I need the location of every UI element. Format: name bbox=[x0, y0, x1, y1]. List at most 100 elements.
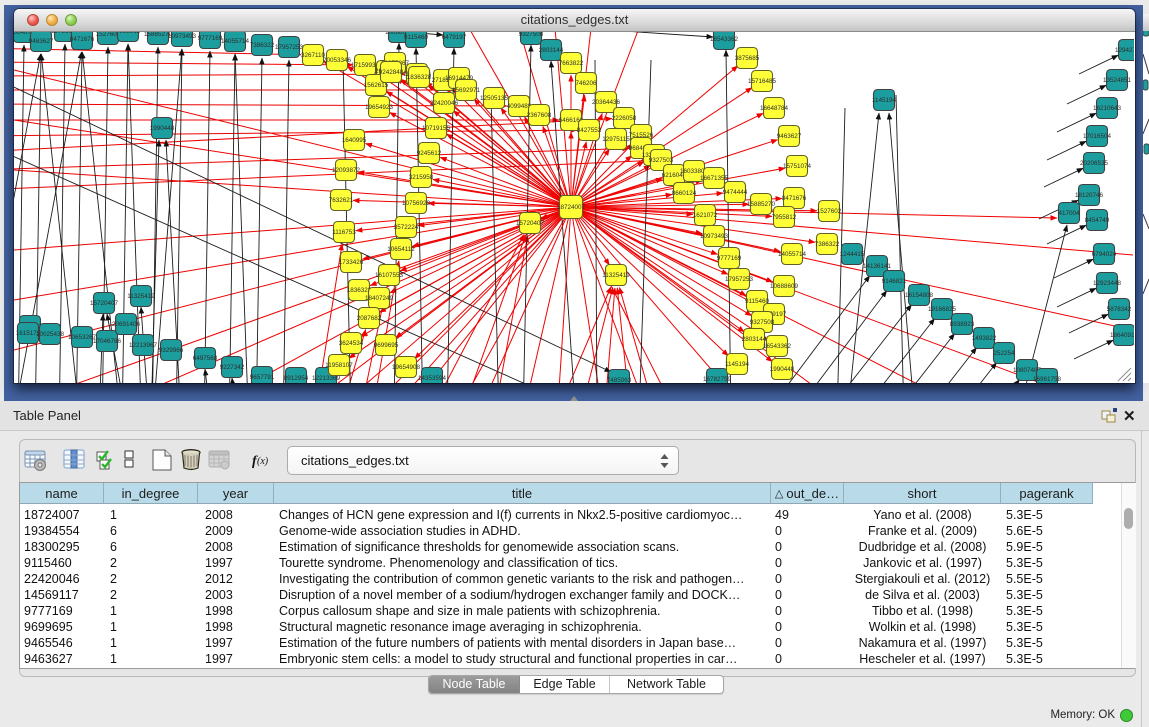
svg-text:1145194: 1145194 bbox=[872, 97, 897, 104]
svg-text:1116753: 1116753 bbox=[332, 229, 356, 236]
svg-text:10688609: 10688609 bbox=[770, 283, 799, 290]
svg-text:252254: 252254 bbox=[993, 350, 1015, 357]
svg-text:12942757: 12942757 bbox=[1115, 47, 1134, 54]
svg-text:15751074: 15751074 bbox=[783, 163, 812, 170]
svg-text:9463627: 9463627 bbox=[777, 133, 802, 140]
svg-text:14353594: 14353594 bbox=[418, 375, 447, 382]
svg-text:20691406: 20691406 bbox=[112, 321, 141, 328]
svg-text:2226058: 2226058 bbox=[612, 115, 637, 122]
svg-text:16543362: 16543362 bbox=[710, 36, 739, 43]
svg-text:12213967: 12213967 bbox=[129, 342, 158, 349]
svg-text:9657791: 9657791 bbox=[250, 374, 275, 381]
svg-text:8471676: 8471676 bbox=[782, 195, 807, 202]
svg-text:10719155: 10719155 bbox=[422, 125, 451, 132]
svg-text:9329966: 9329966 bbox=[159, 347, 184, 354]
svg-text:16107553: 16107553 bbox=[375, 272, 404, 279]
svg-text:10654112: 10654112 bbox=[387, 246, 415, 253]
svg-text:1527602: 1527602 bbox=[817, 208, 842, 215]
svg-text:15692971: 15692971 bbox=[452, 87, 481, 94]
svg-text:18407249: 18407249 bbox=[365, 295, 394, 302]
svg-text:5878342: 5878342 bbox=[1107, 306, 1132, 313]
svg-text:746206: 746206 bbox=[575, 80, 597, 87]
svg-text:19654923: 19654923 bbox=[365, 104, 394, 111]
svg-text:7386322: 7386322 bbox=[815, 241, 840, 248]
svg-text:9463627: 9463627 bbox=[29, 38, 54, 45]
svg-text:8454749: 8454749 bbox=[1085, 217, 1110, 224]
svg-text:1990448: 1990448 bbox=[150, 125, 175, 132]
svg-text:10973493: 10973493 bbox=[700, 233, 729, 240]
svg-text:19654908: 19654908 bbox=[392, 364, 421, 371]
svg-text:12975115: 12975115 bbox=[602, 136, 630, 143]
svg-text:8912954: 8912954 bbox=[284, 375, 309, 382]
svg-text:3267110: 3267110 bbox=[301, 52, 326, 59]
svg-text:12505135: 12505135 bbox=[480, 95, 509, 102]
svg-text:15720407: 15720407 bbox=[90, 300, 119, 307]
svg-text:14055714: 14055714 bbox=[221, 38, 250, 45]
svg-text:16782759: 16782759 bbox=[703, 376, 732, 383]
svg-text:19166825: 19166825 bbox=[928, 306, 957, 313]
svg-text:1990448: 1990448 bbox=[770, 366, 795, 373]
svg-text:11325419: 11325419 bbox=[127, 293, 155, 300]
svg-text:9699695: 9699695 bbox=[374, 342, 399, 349]
svg-text:8471676: 8471676 bbox=[70, 36, 95, 43]
svg-text:1493822: 1493822 bbox=[972, 335, 997, 342]
svg-text:10025438: 10025438 bbox=[36, 331, 65, 338]
svg-text:14055714: 14055714 bbox=[778, 251, 807, 258]
svg-text:9327503: 9327503 bbox=[649, 157, 674, 164]
svg-text:20053346: 20053346 bbox=[323, 57, 352, 64]
svg-text:14136141: 14136141 bbox=[863, 263, 892, 270]
svg-text:8427552: 8427552 bbox=[577, 127, 602, 134]
svg-text:9327508: 9327508 bbox=[519, 32, 544, 38]
svg-text:16648784: 16648784 bbox=[760, 105, 789, 112]
svg-text:17957253: 17957253 bbox=[725, 276, 754, 283]
svg-text:11325419: 11325419 bbox=[602, 272, 630, 279]
svg-text:18724007: 18724007 bbox=[557, 204, 586, 211]
svg-text:8660124: 8660124 bbox=[672, 190, 697, 197]
svg-text:7386322: 7386322 bbox=[250, 42, 275, 49]
svg-text:16543362: 16543362 bbox=[763, 343, 792, 350]
svg-text:18120746: 18120746 bbox=[1075, 192, 1104, 199]
svg-text:7955812: 7955812 bbox=[772, 214, 797, 221]
svg-text:16961758: 16961758 bbox=[1033, 376, 1062, 383]
svg-text:7485063: 7485063 bbox=[607, 377, 632, 383]
svg-text:12093872: 12093872 bbox=[332, 167, 361, 174]
svg-text:(x): (x) bbox=[257, 456, 269, 467]
svg-text:1244415: 1244415 bbox=[840, 251, 865, 258]
svg-text:1562615: 1562615 bbox=[364, 82, 389, 89]
svg-text:2087682: 2087682 bbox=[357, 315, 382, 322]
svg-text:17957253: 17957253 bbox=[275, 44, 304, 51]
svg-text:9227342: 9227342 bbox=[220, 364, 245, 371]
svg-text:18640910: 18640910 bbox=[1110, 332, 1134, 339]
svg-text:1640995: 1640995 bbox=[342, 137, 367, 144]
svg-text:9146821: 9146821 bbox=[882, 278, 907, 285]
svg-text:16154808: 16154808 bbox=[905, 292, 934, 299]
svg-text:12213369: 12213369 bbox=[312, 375, 341, 382]
svg-text:6497568: 6497568 bbox=[193, 355, 218, 362]
svg-text:9245612: 9245612 bbox=[417, 150, 442, 157]
svg-text:17016504: 17016504 bbox=[1083, 133, 1112, 140]
svg-text:1836328: 1836328 bbox=[407, 74, 432, 81]
svg-text:16671355: 16671355 bbox=[700, 175, 729, 182]
svg-text:9242848: 9242848 bbox=[379, 69, 404, 76]
svg-text:15716485: 15716485 bbox=[748, 78, 777, 85]
svg-text:1145194: 1145194 bbox=[725, 361, 750, 368]
svg-text:7955812: 7955812 bbox=[116, 32, 141, 35]
svg-text:20364436: 20364436 bbox=[592, 99, 621, 106]
svg-text:20206535: 20206535 bbox=[1080, 160, 1109, 167]
svg-text:7663822: 7663822 bbox=[559, 60, 584, 67]
svg-text:9777169: 9777169 bbox=[717, 255, 742, 262]
svg-text:17046786: 17046786 bbox=[93, 338, 122, 345]
svg-text:9115460: 9115460 bbox=[404, 34, 429, 41]
svg-text:16210643: 16210643 bbox=[1093, 105, 1122, 112]
svg-text:6479197: 6479197 bbox=[442, 34, 467, 41]
svg-text:15885270: 15885270 bbox=[747, 201, 776, 208]
svg-text:8938923: 8938923 bbox=[950, 321, 975, 328]
svg-text:3572224: 3572224 bbox=[394, 224, 419, 231]
svg-text:1733426: 1733426 bbox=[339, 259, 364, 266]
svg-text:9777169: 9777169 bbox=[198, 35, 223, 42]
svg-text:3215958: 3215958 bbox=[409, 174, 434, 181]
svg-text:12923448: 12923448 bbox=[1093, 280, 1122, 287]
svg-text:13524851: 13524851 bbox=[1103, 77, 1132, 84]
svg-text:10756928: 10756928 bbox=[402, 200, 431, 207]
svg-text:7632621: 7632621 bbox=[329, 197, 354, 204]
